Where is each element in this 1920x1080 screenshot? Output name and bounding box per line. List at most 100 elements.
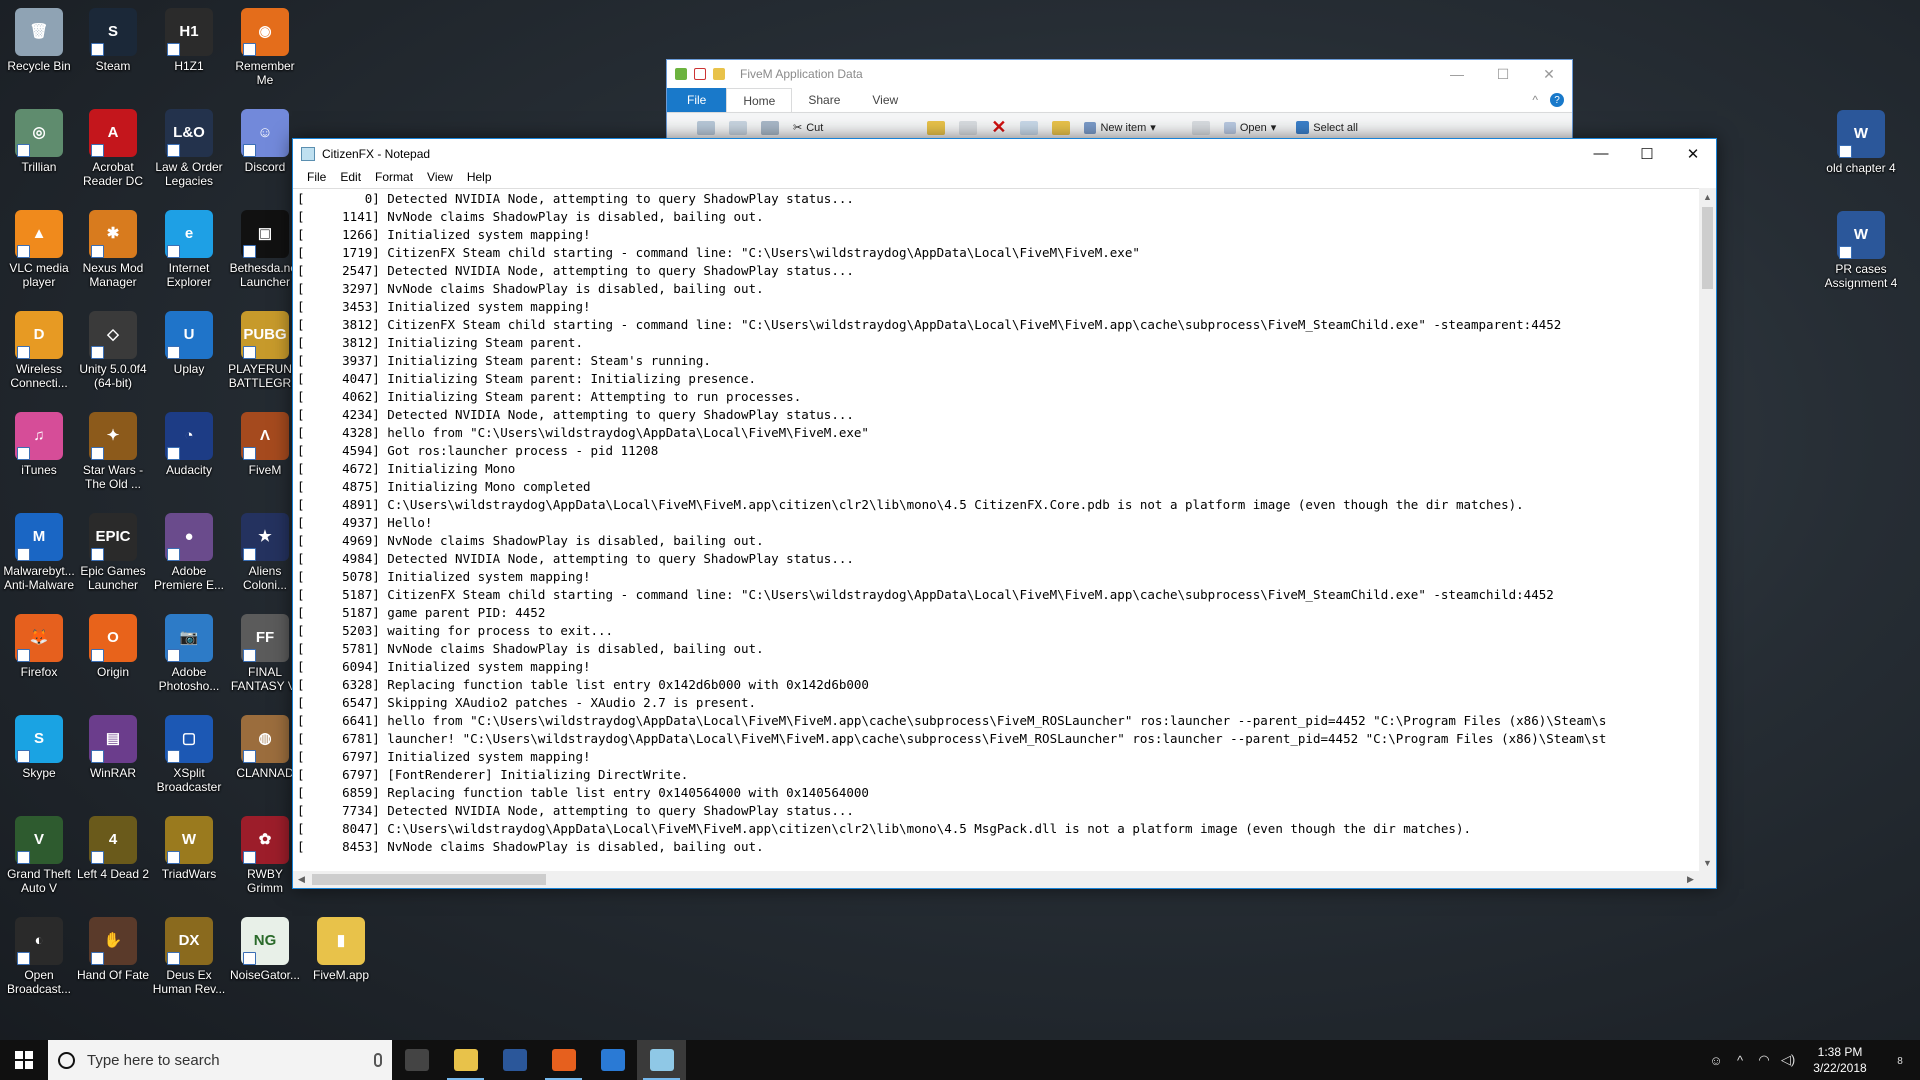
desktop-icon-h1z1[interactable]: H1 H1Z1	[152, 4, 226, 73]
notepad-titlebar[interactable]: CitizenFX - Notepad — ☐ ✕	[293, 139, 1716, 168]
properties-ribbon-icon[interactable]	[1191, 120, 1210, 135]
desktop-icon-l4d2[interactable]: 4 Left 4 Dead 2	[76, 812, 150, 881]
desktop-icon-acrobat[interactable]: A Acrobat Reader DC	[76, 105, 150, 188]
select-all-button[interactable]: Select all	[1296, 121, 1358, 134]
new-item-button[interactable]: New item ▾	[1084, 121, 1156, 134]
desktop-icon-handoffate[interactable]: ✋ Hand Of Fate	[76, 913, 150, 982]
desktop-icon-firefox[interactable]: 🦊 Firefox	[2, 610, 76, 679]
horizontal-scroll-thumb[interactable]	[312, 874, 546, 885]
desktop-icon-deusex[interactable]: DX Deus Ex Human Rev...	[152, 913, 226, 996]
help-icon[interactable]: ?	[1550, 93, 1564, 107]
clock[interactable]: 1:38 PM 3/22/2018	[1800, 1044, 1880, 1076]
desktop-icon-vlc[interactable]: ▲ VLC media player	[2, 206, 76, 289]
desktop-icon-law-order[interactable]: L&O Law & Order Legacies	[152, 105, 226, 188]
desktop-icon-malwarebytes[interactable]: M Malwarebyt... Anti-Malware	[2, 509, 76, 592]
new-folder-icon[interactable]	[713, 68, 725, 80]
desktop-icon-triadwars[interactable]: W TriadWars	[152, 812, 226, 881]
new-folder-ribbon-icon[interactable]	[1052, 120, 1071, 135]
menu-edit[interactable]: Edit	[333, 168, 368, 188]
rename-icon[interactable]	[1020, 120, 1039, 135]
taskbar-store-button[interactable]	[588, 1040, 637, 1080]
desktop-icon-epic[interactable]: EPIC Epic Games Launcher	[76, 509, 150, 592]
show-hidden-icons-icon[interactable]: ^	[1728, 1053, 1752, 1068]
pin-icon[interactable]	[697, 120, 715, 135]
start-button[interactable]	[0, 1040, 48, 1080]
action-center-icon[interactable]: 8	[1880, 1051, 1920, 1069]
people-icon[interactable]: ☺	[1704, 1053, 1728, 1068]
scroll-left-arrow-icon[interactable]: ◀	[293, 871, 310, 888]
scroll-down-arrow-icon[interactable]: ▼	[1699, 854, 1716, 871]
desktop-icon-discord[interactable]: ☺ Discord	[228, 105, 302, 174]
desktop-icon-clannad[interactable]: ◍ CLANNAD	[228, 711, 302, 780]
desktop-icon-steam[interactable]: S Steam	[76, 4, 150, 73]
menu-view[interactable]: View	[420, 168, 460, 188]
volume-icon[interactable]: ◁)	[1776, 1052, 1800, 1068]
tab-home[interactable]: Home	[726, 88, 793, 112]
desktop-icon-rwby[interactable]: ✿ RWBY Grimm Eclipse	[228, 812, 302, 895]
tab-share[interactable]: Share	[792, 88, 856, 112]
desktop-icon-itunes[interactable]: ♫ iTunes	[2, 408, 76, 477]
notepad-window[interactable]: CitizenFX - Notepad — ☐ ✕ File Edit Form…	[292, 138, 1717, 889]
menu-file[interactable]: File	[300, 168, 333, 188]
desktop-icon-winrar[interactable]: ▤ WinRAR	[76, 711, 150, 780]
move-to-icon[interactable]	[927, 120, 946, 135]
scroll-right-arrow-icon[interactable]: ▶	[1682, 871, 1699, 888]
taskbar-search-box[interactable]: Type here to search	[48, 1040, 392, 1080]
taskbar-firefox-button[interactable]	[539, 1040, 588, 1080]
desktop-icon-unity[interactable]: ◇ Unity 5.0.0f4 (64-bit)	[76, 307, 150, 390]
ribbon-collapse-icon[interactable]: ^	[1532, 93, 1538, 107]
explorer-window[interactable]: FiveM Application Data — ☐ ✕ File Home S…	[666, 59, 1573, 142]
scroll-up-arrow-icon[interactable]: ▲	[1699, 188, 1716, 205]
tab-view[interactable]: View	[856, 88, 914, 112]
notepad-close-button[interactable]: ✕	[1670, 139, 1716, 168]
menu-help[interactable]: Help	[460, 168, 499, 188]
taskbar-file-explorer-button[interactable]	[441, 1040, 490, 1080]
desktop-icon-remember-me[interactable]: ◉ Remember Me	[228, 4, 302, 87]
notepad-minimize-button[interactable]: —	[1578, 139, 1624, 168]
copy-to-icon[interactable]	[959, 120, 978, 135]
microphone-icon[interactable]	[374, 1053, 382, 1067]
vertical-scrollbar[interactable]: ▲ ▼	[1699, 188, 1716, 871]
desktop-icon-photoshop[interactable]: 📷 Adobe Photosho...	[152, 610, 226, 693]
explorer-maximize-button[interactable]: ☐	[1480, 66, 1526, 83]
open-button[interactable]: Open ▾	[1223, 121, 1276, 134]
desktop-icon-aliens[interactable]: ★ Aliens Coloni...	[228, 509, 302, 592]
copy-icon[interactable]	[729, 120, 747, 135]
horizontal-scrollbar[interactable]: ◀ ▶	[293, 871, 1699, 888]
explorer-minimize-button[interactable]: —	[1434, 66, 1480, 83]
properties-icon[interactable]	[694, 68, 706, 80]
notepad-text-area[interactable]: [ 0] Detected NVIDIA Node, attempting to…	[293, 188, 1699, 871]
desktop-icon-old-chapter-4[interactable]: Wold chapter 4	[1824, 106, 1898, 175]
paste-icon[interactable]	[761, 120, 779, 135]
desktop-icon-ffvi[interactable]: FF FINAL FANTASY VI	[228, 610, 302, 693]
tab-file[interactable]: File	[667, 88, 727, 112]
delete-icon[interactable]: ✕	[991, 117, 1006, 138]
desktop-icon-nexus[interactable]: ✱ Nexus Mod Manager	[76, 206, 150, 289]
desktop-icon-ie[interactable]: e Internet Explorer	[152, 206, 226, 289]
quick-access-icon[interactable]	[675, 68, 687, 80]
desktop-icon-recycle-bin[interactable]: 🗑 Recycle Bin	[2, 4, 76, 73]
taskbar-notepad-button[interactable]	[637, 1040, 686, 1080]
desktop-icon-xsplit[interactable]: ▢ XSplit Broadcaster	[152, 711, 226, 794]
notepad-maximize-button[interactable]: ☐	[1624, 139, 1670, 168]
desktop-icon-pr-cases[interactable]: W PR cases Assignment 4	[1824, 207, 1898, 290]
cut-button[interactable]: ✂ Cut	[793, 121, 823, 135]
desktop-icon-gta5[interactable]: V Grand Theft Auto V	[2, 812, 76, 895]
desktop-icon-premiere[interactable]: ● Adobe Premiere E...	[152, 509, 226, 592]
desktop-icon-noisegator[interactable]: NG NoiseGator...	[228, 913, 302, 982]
desktop-icon-obs[interactable]: ◐ Open Broadcast...	[2, 913, 76, 996]
desktop-icon-fivem-app[interactable]: ▮ FiveM.app	[304, 913, 378, 982]
network-icon[interactable]: ◠	[1752, 1052, 1776, 1068]
explorer-close-button[interactable]: ✕	[1526, 66, 1572, 83]
desktop-icon-dlink[interactable]: D Wireless Connecti...	[2, 307, 76, 390]
vertical-scroll-thumb[interactable]	[1702, 207, 1713, 289]
desktop-icon-bethesda[interactable]: ▣ Bethesda.net Launcher	[228, 206, 302, 289]
desktop-icon-uplay[interactable]: U Uplay	[152, 307, 226, 376]
desktop-icon-skype[interactable]: S Skype	[2, 711, 76, 780]
desktop-icon-pubg[interactable]: PUBG PLAYERUN... BATTLEGR...	[228, 307, 302, 390]
desktop-icon-trillian[interactable]: ◎ Trillian	[2, 105, 76, 174]
explorer-titlebar[interactable]: FiveM Application Data — ☐ ✕	[667, 60, 1572, 88]
desktop-icon-audacity[interactable]: ◔ Audacity	[152, 408, 226, 477]
desktop-icon-origin[interactable]: O Origin	[76, 610, 150, 679]
taskbar-task-view-button[interactable]	[392, 1040, 441, 1080]
